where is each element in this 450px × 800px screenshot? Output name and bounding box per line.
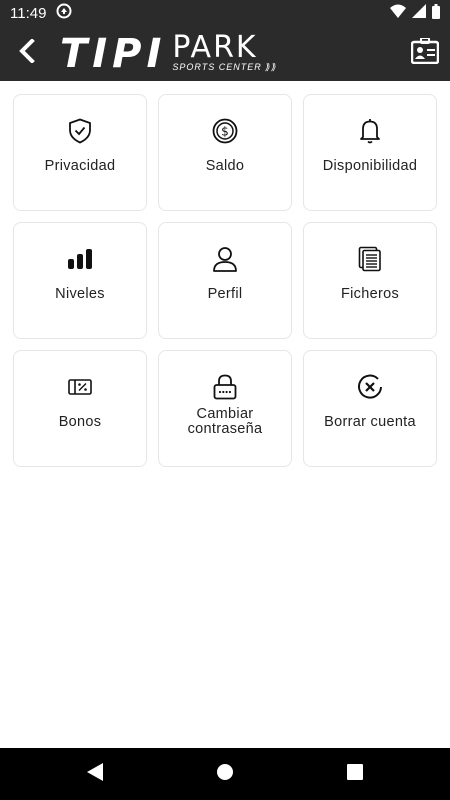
user-icon bbox=[212, 245, 238, 273]
logo-word-park: PARK bbox=[172, 30, 258, 65]
menu-item-label: Privacidad bbox=[44, 158, 116, 174]
menu-item-disponibilidad[interactable]: Disponibilidad bbox=[303, 94, 437, 211]
app-bar: TIPI PARK SPORTS CENTER ⟫⟫ bbox=[0, 26, 450, 81]
documents-icon bbox=[358, 245, 382, 273]
menu-item-label: Niveles bbox=[55, 286, 105, 302]
menu-item-label: Cambiar contraseña bbox=[187, 406, 263, 437]
menu-item-bonos[interactable]: Bonos bbox=[13, 350, 147, 467]
logo-word-tipi: TIPI bbox=[60, 30, 167, 77]
status-time: 11:49 bbox=[10, 4, 47, 22]
bell-icon bbox=[359, 117, 381, 145]
back-button[interactable] bbox=[14, 34, 40, 74]
system-nav-bar bbox=[0, 748, 450, 800]
bar-chart-icon bbox=[67, 245, 93, 273]
recents-square-icon bbox=[347, 763, 363, 785]
battery-icon bbox=[432, 3, 440, 23]
delete-circle-icon bbox=[357, 373, 383, 401]
menu-grid: Privacidad $ Saldo Disponibilidad Nivele… bbox=[13, 94, 437, 467]
menu-item-label: Bonos bbox=[58, 414, 102, 430]
menu-item-privacidad[interactable]: Privacidad bbox=[13, 94, 147, 211]
notification-icon bbox=[56, 3, 72, 23]
id-card-icon bbox=[410, 37, 440, 69]
svg-text:$: $ bbox=[221, 125, 229, 139]
ticket-percent-icon bbox=[68, 373, 92, 401]
home-circle-icon bbox=[216, 763, 234, 786]
back-triangle-icon bbox=[87, 762, 103, 786]
signal-icon bbox=[412, 4, 426, 22]
menu-item-label: Disponibilidad bbox=[322, 158, 418, 174]
tipi-park-logo: TIPI PARK SPORTS CENTER ⟫⟫ bbox=[60, 30, 278, 77]
chevron-left-icon bbox=[18, 38, 36, 68]
logo-subtitle: SPORTS CENTER ⟫⟫ bbox=[172, 62, 278, 72]
nav-home-button[interactable] bbox=[160, 748, 290, 800]
menu-item-perfil[interactable]: Perfil bbox=[158, 222, 292, 339]
menu-item-label: Perfil bbox=[207, 286, 243, 302]
menu-item-saldo[interactable]: $ Saldo bbox=[158, 94, 292, 211]
menu-item-label: Saldo bbox=[205, 158, 245, 174]
menu-item-niveles[interactable]: Niveles bbox=[13, 222, 147, 339]
shield-check-icon bbox=[68, 117, 92, 145]
menu-item-label: Ficheros bbox=[341, 286, 399, 302]
wifi-icon bbox=[390, 4, 406, 22]
lock-icon bbox=[213, 373, 237, 401]
menu-item-ficheros[interactable]: Ficheros bbox=[303, 222, 437, 339]
menu-item-borrar-cuenta[interactable]: Borrar cuenta bbox=[303, 350, 437, 467]
nav-back-button[interactable] bbox=[30, 748, 160, 800]
menu-item-label: Borrar cuenta bbox=[324, 414, 416, 430]
nav-recents-button[interactable] bbox=[290, 748, 420, 800]
dollar-coin-icon: $ bbox=[212, 117, 238, 145]
status-bar: 11:49 bbox=[0, 0, 450, 26]
menu-item-cambiar-contrasena[interactable]: Cambiar contraseña bbox=[158, 350, 292, 467]
id-card-button[interactable] bbox=[410, 37, 440, 69]
